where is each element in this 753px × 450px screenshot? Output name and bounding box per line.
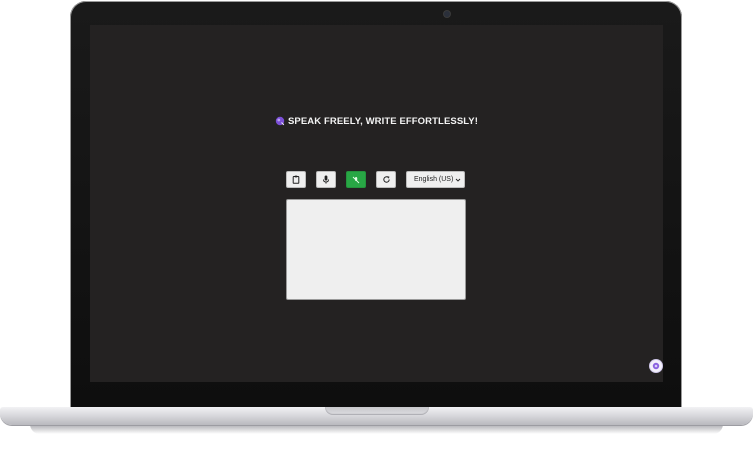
laptop-base-shadow — [30, 424, 723, 434]
copy-button[interactable] — [286, 171, 306, 188]
brand-icon — [275, 116, 285, 126]
screen: SPEAK FREELY, WRITE EFFORTLESSLY! Englis… — [90, 25, 663, 382]
language-select-value: English (US) — [414, 176, 454, 183]
webcam — [444, 11, 450, 17]
assistant-icon — [652, 362, 660, 370]
chevron-down-icon — [455, 178, 461, 182]
clipboard-icon — [292, 175, 300, 184]
start-recording-button[interactable] — [316, 171, 336, 188]
microphone-icon — [323, 175, 329, 184]
refresh-icon — [382, 176, 390, 183]
mic-off-icon — [352, 176, 360, 183]
laptop-notch — [325, 407, 429, 415]
page-heading: SPEAK FREELY, WRITE EFFORTLESSLY! — [90, 116, 663, 127]
language-select[interactable]: English (US) — [406, 171, 465, 188]
heading-text: SPEAK FREELY, WRITE EFFORTLESSLY! — [288, 116, 478, 127]
assistant-widget-button[interactable] — [650, 360, 662, 372]
stop-recording-button[interactable] — [346, 171, 366, 188]
laptop-base — [0, 407, 753, 425]
reset-button[interactable] — [376, 171, 396, 188]
transcript-textarea[interactable] — [286, 199, 466, 300]
laptop-mockup: SPEAK FREELY, WRITE EFFORTLESSLY! Englis… — [0, 0, 753, 450]
